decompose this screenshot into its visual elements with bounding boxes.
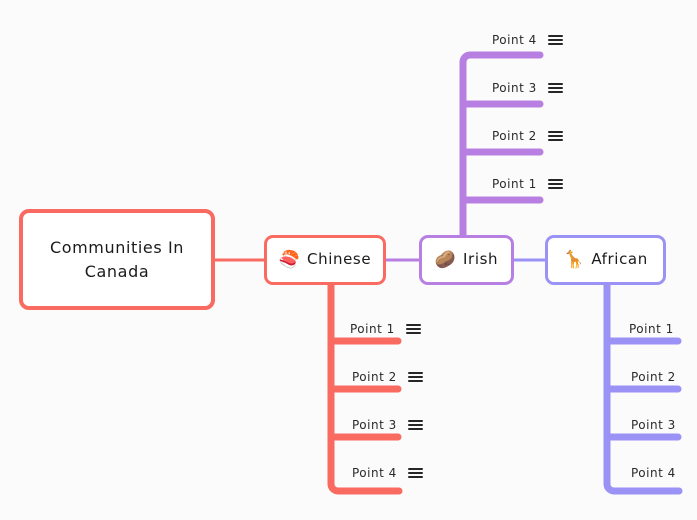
branch-node-chinese-label: Chinese	[307, 250, 372, 269]
leaf-label: Point 2	[492, 129, 537, 143]
leaf-chinese-point-4[interactable]: Point 4	[352, 466, 423, 480]
root-node-label: Communities In Canada	[49, 238, 185, 281]
leaf-chinese-point-3[interactable]: Point 3	[352, 418, 423, 432]
leaf-label: Point 2	[352, 370, 397, 384]
branch-node-african-label: African	[591, 250, 648, 269]
branch-chinese-lines	[327, 281, 403, 495]
leaf-label: Point 4	[492, 33, 537, 47]
hamburger-menu-icon[interactable]	[547, 178, 563, 190]
leaf-irish-point-3[interactable]: Point 3	[492, 81, 563, 95]
leaf-chinese-point-1[interactable]: Point 1	[350, 322, 421, 336]
hamburger-menu-icon[interactable]	[547, 82, 563, 94]
leaf-label: Point 1	[350, 322, 395, 336]
mindmap-canvas: Communities In Canada 🍣 Chinese 🥔 Irish …	[0, 0, 697, 520]
hamburger-menu-icon[interactable]	[547, 34, 563, 46]
leaf-irish-point-1[interactable]: Point 1	[492, 177, 563, 191]
leaf-label: Point 1	[629, 322, 674, 336]
hamburger-menu-icon[interactable]	[405, 323, 421, 335]
branch-node-african[interactable]: 🦒 African	[545, 235, 666, 285]
leaf-chinese-point-2[interactable]: Point 2	[352, 370, 423, 384]
leaf-label: Point 1	[492, 177, 537, 191]
branch-african-lines	[603, 281, 683, 495]
leaf-african-point-2[interactable]: Point 2	[631, 370, 676, 384]
leaf-irish-point-2[interactable]: Point 2	[492, 129, 563, 143]
potato-icon: 🥔	[434, 249, 457, 270]
hamburger-menu-icon[interactable]	[407, 371, 423, 383]
branch-node-chinese[interactable]: 🍣 Chinese	[264, 235, 386, 285]
leaf-label: Point 3	[631, 418, 676, 432]
leaf-label: Point 4	[352, 466, 397, 480]
sushi-icon: 🍣	[278, 249, 301, 270]
leaf-label: Point 3	[352, 418, 397, 432]
branch-node-irish-label: Irish	[463, 250, 499, 269]
giraffe-icon: 🦒	[563, 249, 585, 270]
root-node[interactable]: Communities In Canada	[19, 209, 215, 310]
leaf-african-point-1[interactable]: Point 1	[629, 322, 674, 336]
leaf-label: Point 3	[492, 81, 537, 95]
leaf-african-point-3[interactable]: Point 3	[631, 418, 676, 432]
branch-node-irish[interactable]: 🥔 Irish	[419, 235, 514, 285]
hamburger-menu-icon[interactable]	[407, 467, 423, 479]
leaf-label: Point 4	[631, 466, 676, 480]
leaf-label: Point 2	[631, 370, 676, 384]
hamburger-menu-icon[interactable]	[407, 419, 423, 431]
leaf-african-point-4[interactable]: Point 4	[631, 466, 676, 480]
leaf-irish-point-4[interactable]: Point 4	[492, 33, 563, 47]
hamburger-menu-icon[interactable]	[547, 130, 563, 142]
